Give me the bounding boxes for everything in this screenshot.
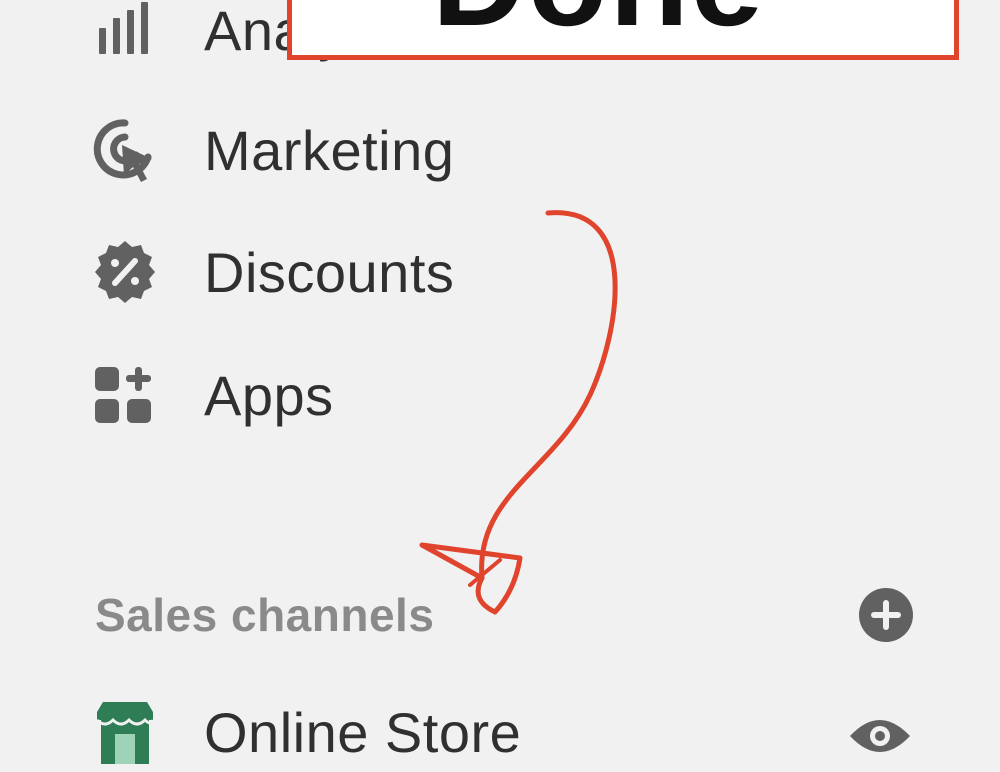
annotation-done-text: Done [432, 0, 765, 55]
nav-item-label: Apps [204, 363, 334, 427]
target-cursor-icon [90, 115, 160, 185]
storefront-icon [90, 697, 160, 767]
plus-circle-icon[interactable] [857, 586, 915, 644]
sales-channel-online-store[interactable]: Online Store [90, 692, 930, 772]
nav-item-apps[interactable]: Apps [90, 355, 590, 435]
sales-channels-title: Sales channels [95, 589, 435, 641]
nav-item-discounts[interactable]: Discounts [90, 232, 590, 312]
bar-chart-icon [90, 0, 160, 65]
nav-item-label: Marketing [204, 118, 455, 182]
discount-badge-icon [90, 237, 160, 307]
nav-item-label: Discounts [204, 240, 455, 304]
annotation-done-box: Done [287, 0, 959, 60]
apps-grid-icon [90, 360, 160, 430]
nav-item-label: Online Store [204, 700, 522, 764]
nav-item-marketing[interactable]: Marketing [90, 110, 590, 190]
eye-icon[interactable] [848, 712, 912, 760]
sales-channels-header: Sales channels [95, 580, 915, 650]
